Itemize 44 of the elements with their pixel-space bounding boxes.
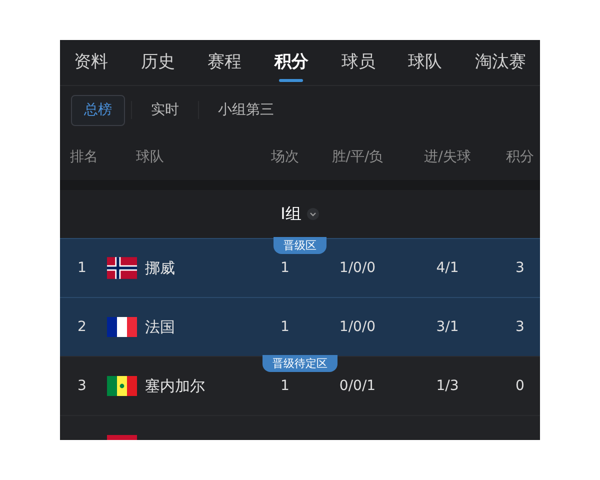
filter-tab[interactable]: 小组第三 xyxy=(205,94,287,126)
table-cell-text: 1/0/0 xyxy=(338,318,377,336)
standings-row[interactable]: 2 法国 1 1/0/0 3/1 3 xyxy=(60,297,540,356)
zone-badge: 晋级待定区 xyxy=(262,355,338,372)
rank-cell-text: 1 xyxy=(76,258,88,278)
table-cell-text: 0 xyxy=(514,376,526,396)
group-title[interactable]: I组 xyxy=(280,202,302,226)
column-header: 进/失球 xyxy=(423,148,472,166)
column-header: 胜/平/负 xyxy=(330,148,384,166)
rank-cell-text: 2 xyxy=(76,318,88,336)
table-cell-text: 3 xyxy=(514,318,526,336)
tab[interactable]: 资料 xyxy=(74,46,108,79)
rank-cell-text: 3 xyxy=(76,376,88,396)
zone-badge: 晋级区 xyxy=(274,237,326,254)
table-cell-text: 3 xyxy=(514,258,526,278)
team-name: 法国 xyxy=(145,316,175,338)
tab-indicator xyxy=(279,79,304,82)
table-cell-text: 1 xyxy=(280,258,290,278)
table-cell-text: 1 xyxy=(280,318,290,336)
column-header: 场次 xyxy=(270,148,300,166)
table-cell-text: 1/0/0 xyxy=(338,258,377,278)
filter-tab[interactable]: 实时 xyxy=(138,94,192,126)
flag-icon xyxy=(107,375,137,397)
table-cell-text: 1 xyxy=(280,376,290,396)
table-cell-text: 3/1 xyxy=(435,318,460,336)
tab[interactable]: 赛程 xyxy=(208,46,242,79)
flag-icon xyxy=(107,316,137,338)
team-name: 挪威 xyxy=(145,258,175,279)
standings-row[interactable]: 晋级区 1 挪威 1 1/0/0 4/1 3 xyxy=(60,238,540,297)
table-cell-text: 0/0/1 xyxy=(338,376,377,396)
table-cell-text: 4/1 xyxy=(435,258,460,278)
tab[interactable]: 球队 xyxy=(408,46,442,79)
tab[interactable]: 积分 xyxy=(274,46,308,79)
tab[interactable]: 历史 xyxy=(140,46,175,79)
filter-tab[interactable]: 总榜 xyxy=(71,94,125,126)
chevron-down-icon[interactable] xyxy=(307,208,320,220)
column-header: 球队 xyxy=(135,148,165,166)
column-header: 积分 xyxy=(505,148,535,166)
column-header: 排名 xyxy=(69,148,99,166)
tab[interactable]: 淘汰赛 xyxy=(474,46,526,79)
table-cell-text: 1/3 xyxy=(435,376,460,396)
tab[interactable]: 球员 xyxy=(341,46,376,79)
flag-icon xyxy=(107,257,137,279)
team-name: 塞内加尔 xyxy=(145,376,205,397)
